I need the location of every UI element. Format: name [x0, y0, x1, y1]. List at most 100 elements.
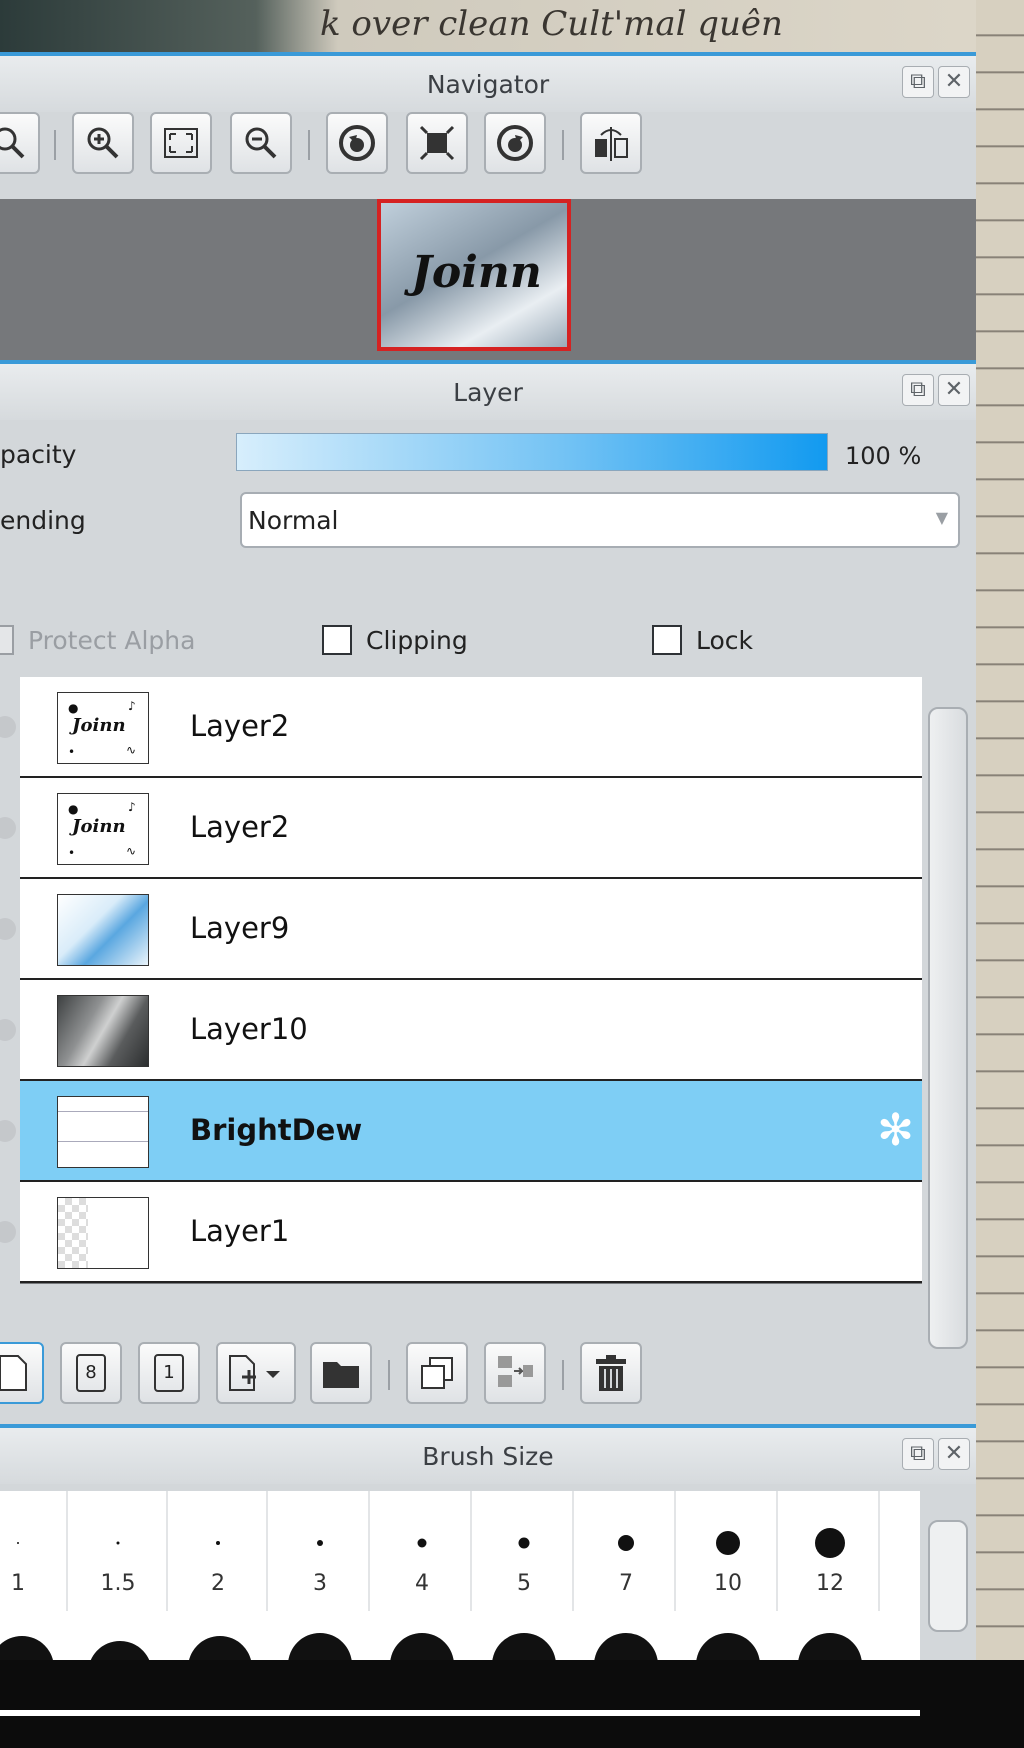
- ink-splat-icon: ∿: [126, 743, 137, 757]
- brush-size-title: Brush Size: [422, 1442, 554, 1471]
- navigator-canvas-thumbnail[interactable]: Joinn: [377, 199, 571, 351]
- gear-icon[interactable]: ✻: [877, 1107, 914, 1155]
- protect-alpha-label: Protect Alpha: [28, 625, 196, 655]
- visibility-icon[interactable]: [0, 918, 16, 940]
- layer-thumbnail: [57, 894, 149, 966]
- scrollbar-thumb[interactable]: [928, 707, 968, 1349]
- opacity-slider[interactable]: [236, 433, 828, 471]
- layer-thumbnail: [57, 995, 149, 1067]
- navigator-preview-area[interactable]: Joinn: [0, 199, 976, 366]
- zoom-in-icon: [87, 127, 119, 159]
- brush-size-label: 10: [714, 1571, 742, 1596]
- lock-label: Lock: [696, 625, 754, 655]
- brush-size-cell[interactable]: 1.5: [70, 1491, 168, 1611]
- layer-row[interactable]: Layer10: [0, 980, 922, 1081]
- thumbnail-word: Joinn: [72, 715, 126, 736]
- brush-size-label: 7: [619, 1571, 633, 1596]
- merge-layer-button[interactable]: [484, 1342, 546, 1404]
- blending-mode-value: Normal: [248, 506, 339, 535]
- rotate-right-button[interactable]: [484, 112, 546, 174]
- brush-size-cell[interactable]: 5: [476, 1491, 574, 1611]
- layer-title-bar[interactable]: Layer ⧉ ✕: [0, 360, 976, 420]
- zoom-out-button[interactable]: [230, 112, 292, 174]
- brush-size-label: 1: [11, 1571, 25, 1596]
- visibility-icon[interactable]: [0, 716, 16, 738]
- brush-size-label: 2: [211, 1571, 225, 1596]
- blending-mode-select[interactable]: Normal ▼: [240, 492, 960, 548]
- layer-row[interactable]: Layer9: [0, 879, 922, 980]
- brush-size-cell[interactable]: 4: [374, 1491, 472, 1611]
- layer-name: Layer2: [190, 810, 290, 844]
- delete-layer-button[interactable]: [580, 1342, 642, 1404]
- brush-size-scrollbar[interactable]: [924, 1520, 972, 1660]
- lock-box[interactable]: [652, 625, 682, 655]
- brush-size-cell[interactable]: 7: [578, 1491, 676, 1611]
- scrollbar-thumb[interactable]: [928, 1520, 968, 1632]
- layer-row-selected[interactable]: BrightDew ✻: [0, 1081, 922, 1182]
- visibility-icon[interactable]: [0, 1120, 16, 1142]
- protect-alpha-box[interactable]: [0, 625, 14, 655]
- thumbnail-word: Joinn: [72, 816, 126, 837]
- toolbar-separator: [54, 130, 56, 160]
- brush-size-cell[interactable]: 1: [0, 1491, 68, 1611]
- navigator-title: Navigator: [426, 70, 550, 99]
- new-folder-button[interactable]: [310, 1342, 372, 1404]
- visibility-icon[interactable]: [0, 1019, 16, 1041]
- navigator-close-icon[interactable]: ✕: [938, 66, 970, 98]
- background-photo-right: [976, 0, 1024, 1660]
- add-layer-dropdown-button[interactable]: [216, 1342, 296, 1404]
- opacity-value: 100 %: [845, 442, 922, 470]
- actual-size-button[interactable]: [406, 112, 468, 174]
- fit-view-button[interactable]: [150, 112, 212, 174]
- clipping-checkbox[interactable]: Clipping: [322, 625, 468, 655]
- layer-row[interactable]: Joinn ● ♪ • ∿ Layer2: [0, 778, 922, 879]
- new-1bit-layer-button[interactable]: 1: [138, 1342, 200, 1404]
- layer-name: Layer2: [190, 709, 290, 743]
- visibility-icon[interactable]: [0, 1221, 16, 1243]
- brush-size-cell[interactable]: 10: [680, 1491, 778, 1611]
- brush-size-float-icon[interactable]: ⧉: [902, 1438, 934, 1470]
- ink-splat-icon: ♪: [128, 699, 136, 713]
- background-handwriting: k over clean Cult'mal quên: [320, 4, 783, 44]
- opacity-label: pacity: [0, 440, 77, 469]
- ink-splat-icon: •: [68, 846, 76, 860]
- layer-name: Layer10: [190, 1012, 308, 1046]
- layer-thumbnail: [57, 1197, 149, 1269]
- rotate-left-button[interactable]: [326, 112, 388, 174]
- brush-size-label: 12: [816, 1571, 844, 1596]
- ink-splat-icon: ●: [68, 802, 79, 816]
- layer-row[interactable]: Layer1: [0, 1182, 922, 1283]
- ink-splat-icon: ●: [68, 701, 79, 715]
- zoom-in-button[interactable]: [72, 112, 134, 174]
- clipping-box[interactable]: [322, 625, 352, 655]
- new-8bit-layer-icon: 8: [76, 1354, 106, 1392]
- flip-button[interactable]: [580, 112, 642, 174]
- layer-list-scrollbar[interactable]: [924, 677, 972, 1387]
- zoom-button[interactable]: [0, 112, 40, 174]
- protect-alpha-checkbox[interactable]: Protect Alpha: [0, 625, 195, 655]
- paint-app-panels: Navigator ⧉ ✕ Joinn Layer ⧉ ✕ pacity 100…: [0, 52, 976, 1660]
- brush-size-title-bar[interactable]: Brush Size ⧉ ✕: [0, 1424, 976, 1484]
- layer-float-icon[interactable]: ⧉: [902, 374, 934, 406]
- new-8bit-layer-button[interactable]: 8: [60, 1342, 122, 1404]
- merge-icon: [498, 1356, 533, 1387]
- visibility-icon[interactable]: [0, 817, 16, 839]
- layer-row[interactable]: Joinn ● ♪ • ∿ Layer2: [0, 677, 922, 778]
- brush-size-cell[interactable]: 12: [782, 1491, 880, 1611]
- layer-close-icon[interactable]: ✕: [938, 374, 970, 406]
- navigator-title-bar[interactable]: Navigator ⧉ ✕: [0, 52, 976, 112]
- rotate-right-icon: [497, 125, 533, 161]
- navigator-float-icon[interactable]: ⧉: [902, 66, 934, 98]
- brush-size-cell[interactable]: 2: [170, 1491, 268, 1611]
- new-layer-button[interactable]: [0, 1342, 44, 1404]
- layer-thumbnail: Joinn ● ♪ • ∿: [57, 692, 149, 764]
- brush-size-cell[interactable]: 3: [272, 1491, 370, 1611]
- layer-list[interactable]: Joinn ● ♪ • ∿ Layer2 Joinn ● ♪ • ∿ Layer…: [0, 677, 922, 1284]
- brush-size-close-icon[interactable]: ✕: [938, 1438, 970, 1470]
- layer-thumbnail: Joinn ● ♪ • ∿: [57, 793, 149, 865]
- duplicate-layer-button[interactable]: [406, 1342, 468, 1404]
- zoom-icon: [0, 127, 25, 159]
- brush-size-label: 4: [415, 1571, 429, 1596]
- lock-checkbox[interactable]: Lock: [652, 625, 753, 655]
- add-layer-dropdown-icon: [229, 1355, 280, 1391]
